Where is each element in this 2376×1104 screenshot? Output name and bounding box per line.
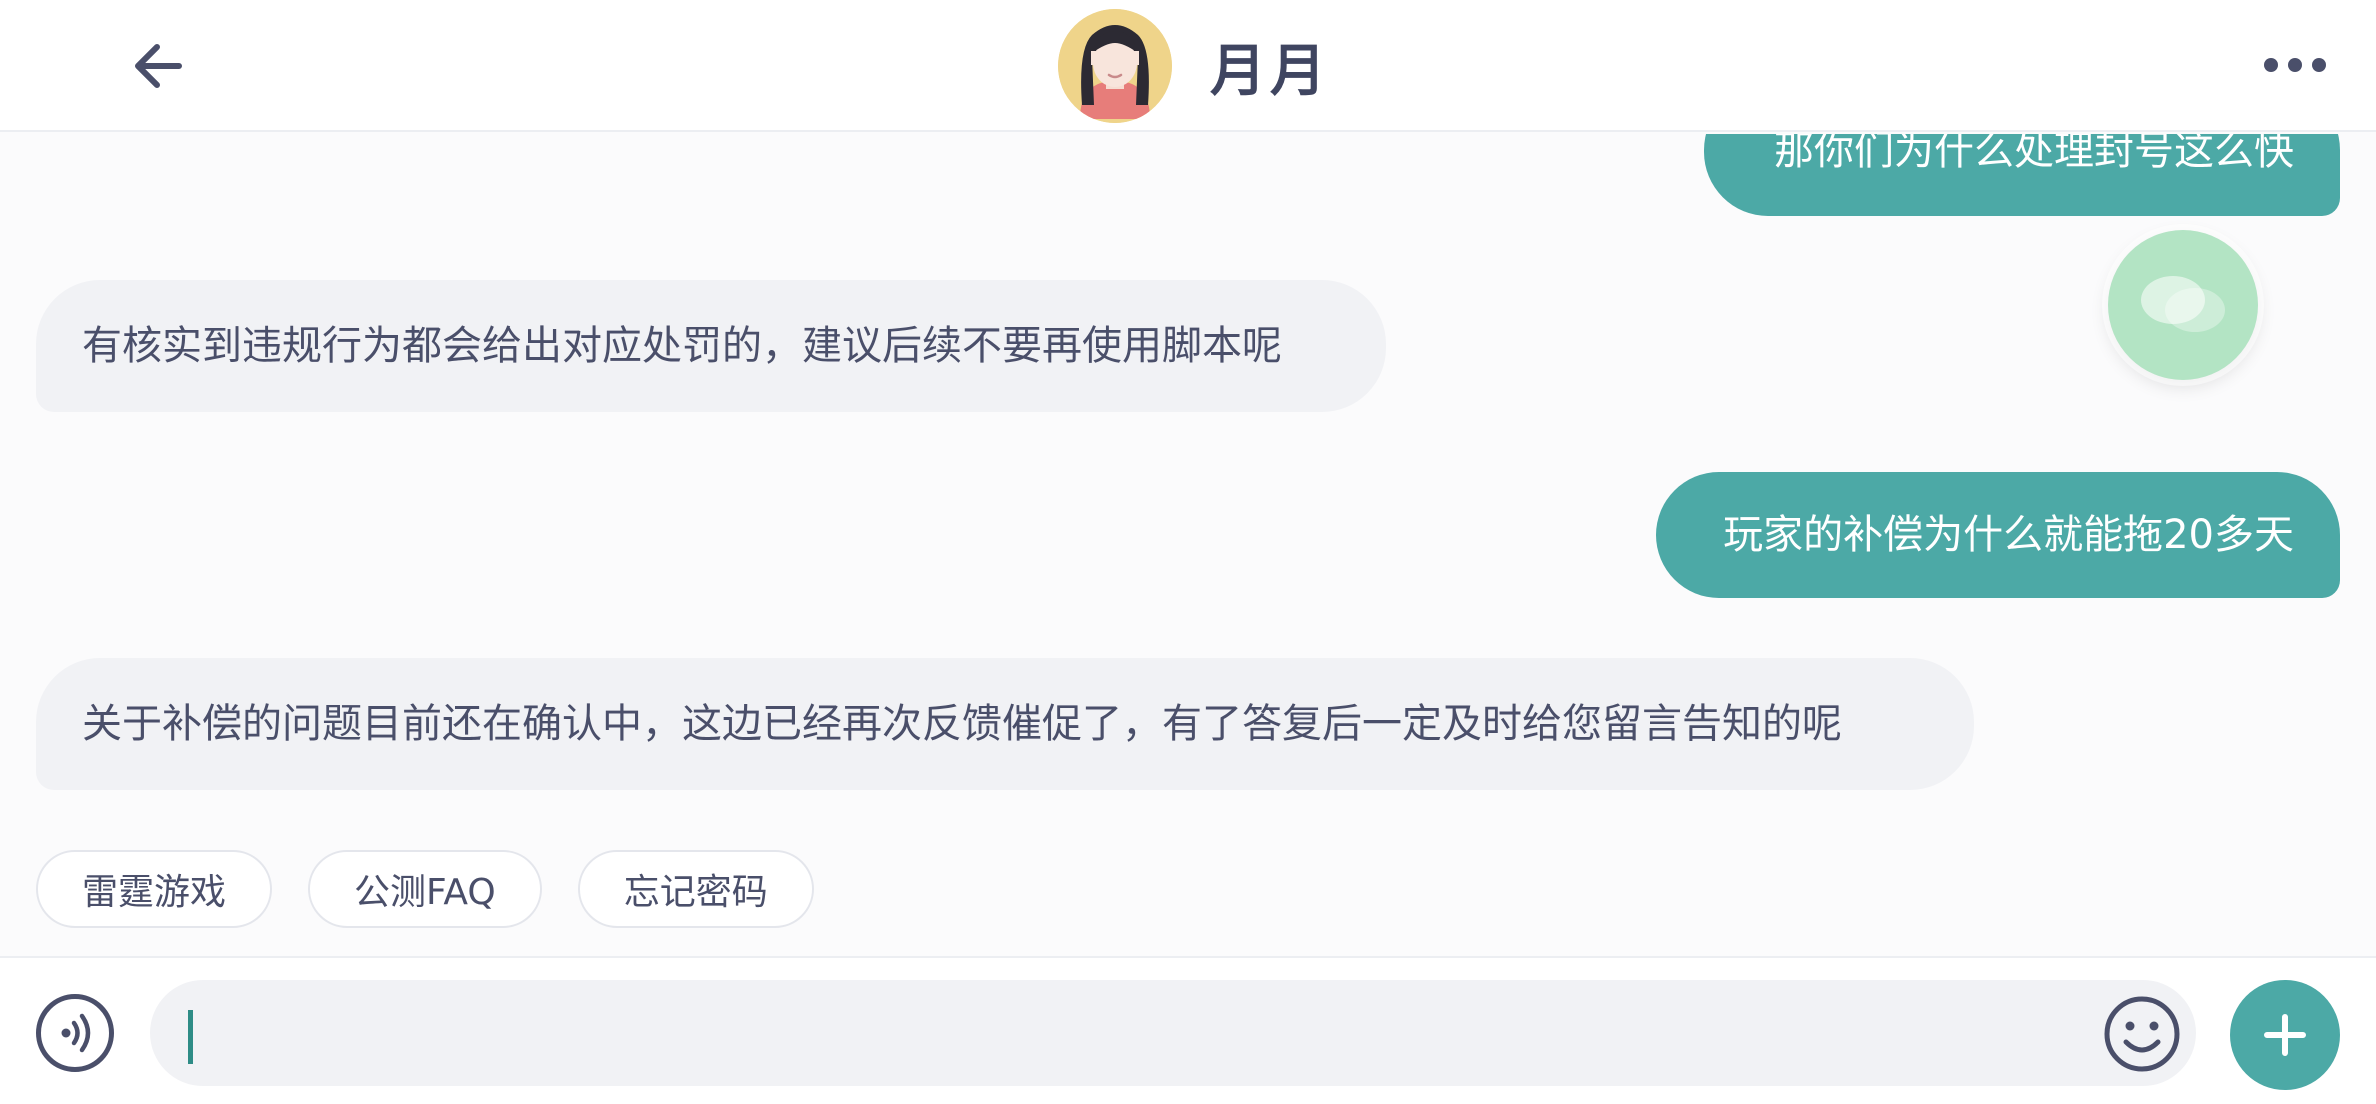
- quick-reply-chip[interactable]: 公测FAQ: [308, 850, 542, 928]
- quick-reply-row: 雷霆游戏 公测FAQ 忘记密码: [36, 850, 814, 928]
- message-list[interactable]: 那你们为什么处理封号这么快 有核实到违规行为都会给出对应处罚的，建议后续不要再使…: [0, 134, 2376, 956]
- message-outgoing[interactable]: 玩家的补偿为什么就能拖20多天: [1656, 472, 2340, 598]
- voice-button[interactable]: [36, 994, 114, 1072]
- emoji-icon: [2104, 996, 2180, 1072]
- back-button[interactable]: [118, 30, 198, 102]
- plus-icon: [2264, 1014, 2306, 1056]
- message-outgoing[interactable]: 那你们为什么处理封号这么快: [1704, 134, 2340, 216]
- input-bar: [0, 956, 2376, 1104]
- contact-info[interactable]: 月月: [1058, 8, 1330, 124]
- message-input-field[interactable]: [150, 980, 2196, 1086]
- avatar[interactable]: [1058, 9, 1172, 123]
- voice-icon: [61, 1013, 91, 1053]
- quick-reply-chip[interactable]: 忘记密码: [577, 850, 814, 928]
- quick-reply-chip[interactable]: 雷霆游戏: [36, 850, 273, 928]
- floating-assistant-button[interactable]: [2108, 230, 2258, 380]
- emoji-button[interactable]: [2102, 994, 2182, 1074]
- message-incoming[interactable]: 有核实到违规行为都会给出对应处罚的，建议后续不要再使用脚本呢: [36, 280, 1386, 412]
- arrow-left-icon: [135, 44, 182, 88]
- chat-bubbles-icon: [2141, 276, 2225, 332]
- chat-screen: 月月 那你们为什么处理封号这么快 有核实到违规行为都会给出对应处罚的，建议后续不…: [0, 0, 2376, 1104]
- more-button[interactable]: [2240, 40, 2350, 90]
- message-input[interactable]: [210, 980, 2110, 1086]
- text-caret: [188, 1010, 193, 1064]
- more-horizontal-icon: [2264, 58, 2278, 72]
- plus-button[interactable]: [2230, 980, 2340, 1090]
- message-incoming[interactable]: 关于补偿的问题目前还在确认中，这边已经再次反馈催促了，有了答复后一定及时给您留言…: [36, 658, 1974, 790]
- contact-name: 月月: [1210, 38, 1330, 104]
- chat-header: 月月: [0, 0, 2376, 132]
